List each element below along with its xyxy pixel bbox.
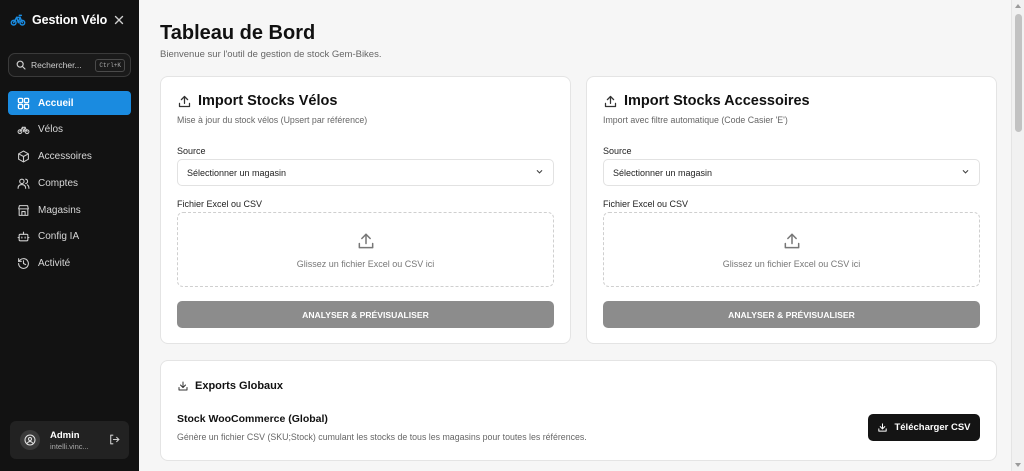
import-accessoires-card: Import Stocks Accessoires Import avec fi…: [586, 76, 997, 344]
page-title: Tableau de Bord: [160, 22, 316, 44]
upload-icon: [356, 231, 376, 251]
accessoires-source-select[interactable]: Sélectionner un magasin: [603, 159, 980, 186]
export-item-name: Stock WooCommerce (Global): [177, 413, 328, 425]
download-icon: [177, 380, 189, 392]
exports-card: Exports Globaux Stock WooCommerce (Globa…: [160, 360, 997, 461]
file-label: Fichier Excel ou CSV: [603, 199, 689, 209]
select-value: Sélectionner un magasin: [187, 167, 287, 178]
sidebar-item-magasins[interactable]: Magasins: [8, 198, 131, 222]
exports-title: Exports Globaux: [177, 380, 283, 392]
download-icon: [877, 422, 888, 433]
sidebar-item-comptes[interactable]: Comptes: [8, 171, 131, 195]
source-label: Source: [603, 146, 632, 156]
scroll-up-arrow-icon[interactable]: [1015, 4, 1021, 8]
logout-icon[interactable]: [108, 433, 121, 451]
exports-title-text: Exports Globaux: [195, 380, 284, 392]
scroll-down-arrow-icon[interactable]: [1015, 463, 1021, 467]
chevron-down-icon: [535, 167, 544, 178]
dropzone-text: Glissez un fichier Excel ou CSV ici: [296, 258, 435, 269]
card-title: Import Stocks Accessoires: [603, 93, 810, 109]
sidebar-item-accueil[interactable]: Accueil: [8, 91, 131, 115]
box-icon: [17, 150, 30, 163]
import-accessoires-title: Import Stocks Accessoires: [624, 93, 810, 109]
users-icon: [17, 177, 30, 190]
import-velos-subtitle: Mise à jour du stock vélos (Upsert par r…: [177, 115, 368, 125]
brand-name: Gestion Vélo: [32, 13, 108, 27]
accessoires-analyze-button[interactable]: ANALYSER & PRÉVISUALISER: [603, 301, 980, 328]
sidebar-item-accessoires[interactable]: Accessoires: [8, 145, 131, 169]
sidebar-item-label: Comptes: [38, 177, 79, 189]
bot-icon: [17, 230, 30, 243]
sidebar-item-label: Vélos: [38, 124, 64, 136]
dropzone-text: Glissez un fichier Excel ou CSV ici: [722, 258, 861, 269]
export-item-description: Génère un fichier CSV (SKU;Stock) cumula…: [177, 432, 587, 442]
page-scrollbar[interactable]: [1011, 0, 1024, 471]
scrollbar-thumb[interactable]: [1015, 14, 1022, 132]
sidebar-item-label: Accessoires: [38, 151, 92, 163]
search-box[interactable]: Ctrl+K: [8, 53, 131, 77]
accessoires-file-dropzone[interactable]: Glissez un fichier Excel ou CSV ici: [603, 212, 980, 287]
card-title: Import Stocks Vélos: [177, 93, 337, 109]
import-accessoires-subtitle: Import avec filtre automatique (Code Cas…: [603, 115, 788, 125]
select-value: Sélectionner un magasin: [613, 167, 713, 178]
download-csv-label: Télécharger CSV: [894, 422, 971, 433]
sidebar-item-velos[interactable]: Vélos: [8, 118, 131, 142]
file-label: Fichier Excel ou CSV: [177, 199, 263, 209]
main-content: Tableau de Bord Bienvenue sur l'outil de…: [139, 0, 1011, 471]
user-name: Admin: [50, 429, 80, 441]
sidebar-item-label: Activité: [38, 258, 71, 270]
bike-icon: [17, 123, 30, 136]
upload-icon: [782, 231, 802, 251]
search-icon: [16, 60, 26, 70]
download-csv-button[interactable]: Télécharger CSV: [868, 414, 980, 441]
search-shortcut-badge: Ctrl+K: [95, 58, 125, 72]
sidebar-item-activite[interactable]: Activité: [8, 252, 131, 276]
velos-file-dropzone[interactable]: Glissez un fichier Excel ou CSV ici: [177, 212, 554, 287]
sidebar-item-label: Config IA: [38, 231, 80, 243]
page-subtitle: Bienvenue sur l'outil de gestion de stoc…: [160, 49, 382, 60]
upload-icon: [177, 94, 192, 109]
sidebar-nav: Accueil Vélos Accessoires Comptes Magasi…: [8, 91, 131, 279]
upload-icon: [603, 94, 618, 109]
history-icon: [17, 257, 30, 270]
sidebar-item-config-ia[interactable]: Config IA: [8, 225, 131, 249]
search-input[interactable]: [31, 60, 89, 70]
velos-source-select[interactable]: Sélectionner un magasin: [177, 159, 554, 186]
user-panel: Admin intelli.vinc...: [10, 421, 129, 459]
import-velos-card: Import Stocks Vélos Mise à jour du stock…: [160, 76, 571, 344]
sidebar-item-label: Accueil: [38, 97, 74, 109]
grid-icon: [17, 97, 30, 110]
import-velos-title: Import Stocks Vélos: [198, 93, 338, 109]
source-label: Source: [177, 146, 206, 156]
close-sidebar-icon[interactable]: [112, 13, 126, 27]
brand[interactable]: Gestion Vélo: [10, 12, 107, 28]
avatar[interactable]: [20, 430, 40, 450]
chevron-down-icon: [961, 167, 970, 178]
store-icon: [17, 204, 30, 217]
sidebar: Gestion Vélo Ctrl+K Accueil Vélos Acc: [0, 0, 139, 471]
velos-analyze-button[interactable]: ANALYSER & PRÉVISUALISER: [177, 301, 554, 328]
user-email: intelli.vinc...: [50, 441, 89, 451]
bike-logo-icon: [10, 12, 26, 28]
sidebar-item-label: Magasins: [38, 204, 81, 216]
